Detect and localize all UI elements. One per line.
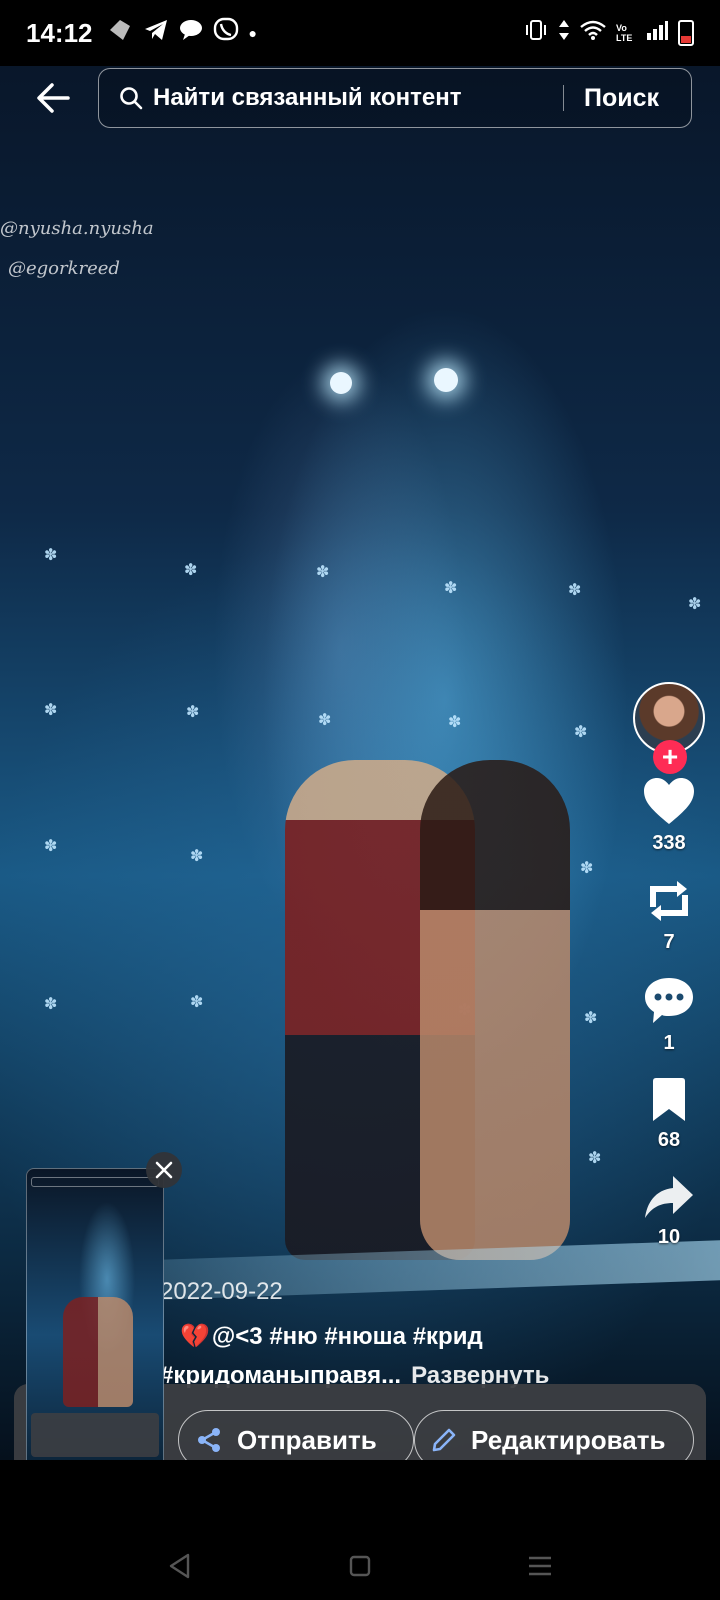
decor-flake: ✽ <box>580 860 594 877</box>
decor-flake: ✽ <box>588 1150 602 1167</box>
decor-flake: ✽ <box>184 562 198 579</box>
notification-icons: ● <box>107 17 257 49</box>
bookmark-icon <box>653 1078 685 1121</box>
system-nav-bar <box>0 1532 720 1600</box>
comment-icon <box>645 978 693 1023</box>
post-date: 2022-09-22 <box>160 1278 283 1305</box>
screenshot-thumbnail[interactable] <box>26 1168 164 1472</box>
decor-flake: ✽ <box>574 724 588 741</box>
repost-button[interactable]: 7 <box>643 877 695 954</box>
decor-flake: ✽ <box>568 582 582 599</box>
share-button[interactable]: 10 <box>643 1174 695 1249</box>
watermark-2: @egorkreed <box>8 258 120 279</box>
repost-icon <box>650 881 688 921</box>
save-count: 68 <box>657 1129 681 1151</box>
heart-icon <box>644 778 694 824</box>
viber-icon <box>213 17 239 49</box>
data-arrows-icon <box>558 19 570 47</box>
decor-flake: ✽ <box>444 580 458 597</box>
battery-low-icon <box>678 20 694 46</box>
share-arrow-icon <box>645 1176 693 1218</box>
arrow-left-icon <box>37 83 70 113</box>
decor-flake: ✽ <box>318 712 332 729</box>
avatar[interactable]: + <box>633 682 705 774</box>
decor-flake: ✽ <box>44 996 58 1013</box>
dot-icon: ● <box>248 25 257 41</box>
performer-female <box>420 760 570 1260</box>
square-home-icon <box>349 1555 371 1577</box>
share-icon <box>195 1426 223 1454</box>
signal-icon <box>646 20 668 46</box>
decor-flake: ✽ <box>186 704 200 721</box>
repost-count: 7 <box>663 931 675 953</box>
decor-flake: ✽ <box>688 596 702 613</box>
search-input[interactable] <box>153 84 563 112</box>
wifi-icon <box>580 20 606 46</box>
broken-heart-icon: 💔 <box>180 1323 210 1350</box>
status-bar: 14:12 ● Vo LTE <box>0 0 720 66</box>
save-button[interactable]: 68 <box>649 1077 689 1152</box>
share-count: 10 <box>657 1226 681 1248</box>
vibrate-icon <box>524 19 548 47</box>
like-button[interactable]: 338 <box>642 776 696 855</box>
comment-button[interactable]: 1 <box>643 976 695 1055</box>
stage-light <box>330 372 352 394</box>
bottom-tab-bar <box>0 1460 720 1510</box>
chat-icon <box>179 19 203 47</box>
nav-recents-button[interactable] <box>510 1546 570 1586</box>
thumbnail-performers <box>63 1297 133 1407</box>
thumbnail-sheet <box>31 1413 159 1457</box>
close-thumbnail-button[interactable] <box>146 1152 182 1188</box>
decor-flake: ✽ <box>44 547 58 564</box>
nav-back-button[interactable] <box>150 1546 210 1586</box>
edit-label: Редактировать <box>471 1424 666 1455</box>
decor-flake: ✽ <box>190 848 204 865</box>
app-notification-icon <box>107 18 133 48</box>
follow-button[interactable]: + <box>653 740 687 774</box>
back-button[interactable] <box>30 78 76 118</box>
decor-flake: ✽ <box>448 714 462 731</box>
watermark-1: @nyusha.nyusha <box>0 218 154 239</box>
decor-flake: ✽ <box>44 838 58 855</box>
nav-home-button[interactable] <box>330 1546 390 1586</box>
system-icons: Vo LTE <box>524 19 694 47</box>
caption-text: 💔@<3 #ню #нюша #крид <box>180 1322 483 1351</box>
thumbnail-search-bar <box>31 1177 159 1187</box>
caption-hashtags[interactable]: @<3 #ню #нюша #крид <box>212 1323 483 1350</box>
like-count: 338 <box>652 832 686 854</box>
search-icon <box>119 86 143 110</box>
decor-flake: ✽ <box>44 702 58 719</box>
pencil-icon <box>431 1427 457 1453</box>
triangle-back-icon <box>169 1553 190 1579</box>
search-bar[interactable]: Поиск <box>98 68 692 128</box>
decor-flake: ✽ <box>316 564 330 581</box>
volte-icon: Vo LTE <box>616 23 633 43</box>
decor-flake: ✽ <box>190 994 204 1011</box>
stage-light <box>434 368 458 392</box>
decor-flake: ✽ <box>584 1010 598 1027</box>
telegram-icon <box>143 18 169 48</box>
status-time: 14:12 <box>26 17 93 48</box>
send-label: Отправить <box>237 1424 377 1455</box>
action-rail: + 338 7 1 68 10 <box>628 682 710 1249</box>
comment-count: 1 <box>663 1032 675 1054</box>
close-icon <box>155 1161 173 1179</box>
menu-lines-icon <box>529 1556 551 1576</box>
search-button[interactable]: Поиск <box>564 84 677 113</box>
